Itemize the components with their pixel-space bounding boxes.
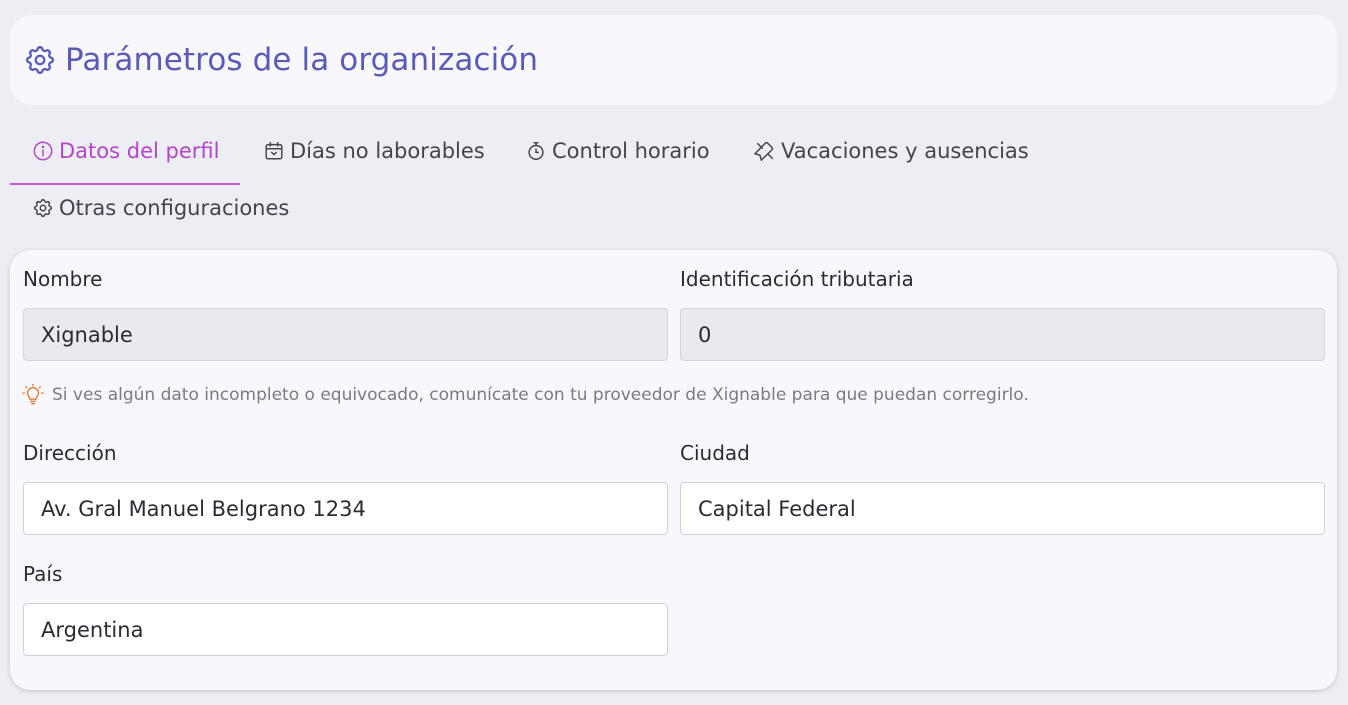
direccion-field[interactable]: [23, 482, 668, 535]
ciudad-field[interactable]: [680, 482, 1325, 535]
tab-label: Control horario: [552, 139, 710, 163]
tab-label: Datos del perfil: [59, 139, 220, 163]
tab-control-horario[interactable]: Control horario: [525, 139, 710, 163]
gear-icon: [26, 46, 54, 74]
info-hint: Si ves algún dato incompleto o equivocad…: [22, 384, 1029, 406]
active-tab-indicator: [10, 183, 240, 185]
tab-dias-no-laborables[interactable]: Días no laborables: [263, 139, 485, 163]
tab-datos-del-perfil[interactable]: Datos del perfil: [32, 139, 219, 163]
stopwatch-icon: [528, 142, 544, 160]
direccion-label: Dirección: [23, 441, 117, 465]
lightbulb-icon: [22, 384, 44, 405]
calendar-icon: [265, 142, 283, 160]
pais-field[interactable]: [23, 603, 668, 656]
nombre-label: Nombre: [23, 267, 103, 291]
tab-label: Otras configuraciones: [59, 196, 290, 220]
plane-icon: [754, 141, 774, 161]
tab-vacaciones-y-ausencias[interactable]: Vacaciones y ausencias: [754, 139, 1029, 163]
hint-text: Si ves algún dato incompleto o equivocad…: [52, 385, 1029, 405]
nombre-field[interactable]: [23, 308, 668, 361]
tax-id-label: Identificación tributaria: [680, 267, 914, 291]
tax-id-field[interactable]: [680, 308, 1325, 361]
page-header: Parámetros de la organización: [10, 15, 1337, 105]
page-title: Parámetros de la organización: [65, 42, 539, 78]
tab-label: Días no laborables: [290, 139, 485, 163]
gear-icon: [33, 198, 53, 218]
tab-label: Vacaciones y ausencias: [781, 139, 1029, 163]
info-icon: [33, 141, 53, 161]
pais-label: País: [23, 562, 63, 586]
tab-otras-configuraciones[interactable]: Otras configuraciones: [32, 196, 289, 220]
profile-form: Nombre Identificación tributaria Si ves …: [10, 250, 1337, 690]
ciudad-label: Ciudad: [680, 441, 750, 465]
